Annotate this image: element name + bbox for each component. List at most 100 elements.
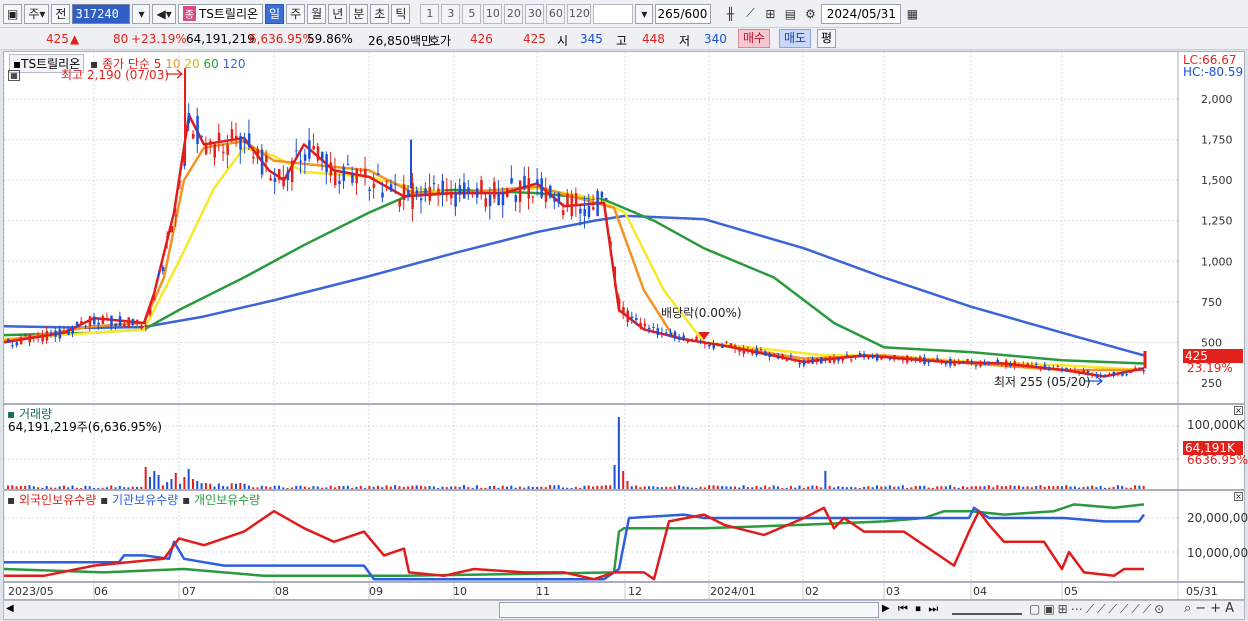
volume-chart-svg[interactable] — [4, 405, 1244, 489]
price-chart-pane[interactable]: 2,000 1,750 1,500 1,250 1,000 750 500 250 ▪TS트릴… — [3, 51, 1245, 404]
calendar-icon[interactable]: ▦ — [903, 4, 921, 24]
volume-bar — [428, 485, 431, 489]
period-day-tab[interactable]: 일 — [265, 3, 285, 24]
minute-step-20[interactable]: 20 — [504, 3, 524, 24]
period-week-tab[interactable]: 주 — [286, 3, 306, 24]
period-month-tab[interactable]: 월 — [307, 3, 327, 24]
candle-body — [910, 359, 913, 361]
holding-chart-pane[interactable]: ▪ 외국인보유수량 ▪ 기관보유수량 ▪ 개인보유수량 20,000,000 1… — [3, 490, 1248, 582]
candle-body — [949, 358, 952, 366]
volume-bar — [19, 486, 22, 489]
flat-button[interactable]: 평 — [817, 29, 837, 48]
volume-bar — [609, 485, 612, 489]
date-label: 2024/01 — [710, 585, 756, 598]
volume-bar — [342, 486, 345, 489]
candle-body — [1138, 367, 1141, 369]
candle-body — [858, 353, 862, 357]
minute-step-30[interactable]: 30 — [525, 3, 545, 24]
draw-line-icon[interactable]: ⟋ — [741, 4, 759, 24]
code-dropdown-icon[interactable]: ▾ — [132, 3, 151, 24]
candle-body — [394, 183, 397, 185]
candle-body — [940, 359, 944, 363]
candle-body — [239, 135, 242, 150]
candle-body — [226, 144, 229, 155]
scroll-left-icon[interactable]: ◀ — [6, 603, 14, 614]
minute-step-10[interactable]: 10 — [483, 3, 503, 24]
candle-type-icon[interactable]: ╫ — [721, 4, 739, 24]
period-second-tab[interactable]: 초 — [370, 3, 390, 24]
price-y-tick: 2,000 — [1201, 93, 1233, 106]
data-count-box[interactable]: 265/600 — [655, 3, 712, 24]
candle-body — [88, 316, 92, 327]
volume-bar — [1013, 485, 1016, 489]
volume-bar — [50, 487, 53, 489]
zoom-slider[interactable] — [952, 603, 1022, 615]
volume-bar — [183, 477, 186, 489]
period-main-select[interactable]: 주 ▾ — [24, 3, 50, 24]
period-year-tab[interactable]: 년 — [328, 3, 348, 24]
holding-close-icon[interactable]: × — [1234, 492, 1243, 501]
candle-body — [325, 154, 328, 173]
price-chart-svg[interactable]: 2,000 1,750 1,500 1,250 1,000 750 500 250 — [4, 52, 1244, 403]
sell-button[interactable]: 매도 — [779, 29, 812, 48]
sound-icon[interactable]: ◀▾ — [152, 3, 176, 24]
volume-bar — [691, 487, 693, 489]
volume-bar — [974, 486, 977, 489]
volume-bar — [41, 487, 44, 489]
candle-body — [432, 183, 436, 185]
volume-bar — [484, 487, 487, 489]
date-label: 04 — [973, 585, 987, 598]
minute-step-1[interactable]: 1 — [420, 3, 440, 24]
volume-bar — [123, 487, 126, 489]
volume-bar — [148, 477, 151, 489]
drawing-tools[interactable]: ▢▣⊞⋯⟋⟋⟋⟋⟋⟋⊙ — [1029, 602, 1167, 617]
minute-step-3[interactable]: 3 — [441, 3, 461, 24]
gear-icon[interactable]: ⚙ — [801, 4, 819, 24]
candle-body — [794, 359, 797, 362]
save-icon[interactable]: ▤ — [781, 4, 799, 24]
candle-body — [1073, 370, 1077, 372]
layout-icon[interactable]: ▣ — [3, 3, 23, 24]
minute-step-60[interactable]: 60 — [546, 3, 566, 24]
table-icon[interactable]: ▦ — [8, 70, 20, 81]
volume-close-icon[interactable]: × — [1234, 406, 1243, 415]
buy-button[interactable]: 매수 — [738, 29, 771, 48]
volume-bar — [97, 487, 100, 489]
volume-bar — [84, 485, 87, 489]
volume-bar — [613, 465, 616, 489]
date-input[interactable]: 2024/05/31 — [821, 3, 902, 24]
candle-body — [290, 160, 294, 183]
custom-step-input[interactable] — [593, 3, 634, 24]
candle-body — [742, 349, 746, 354]
candle-body — [906, 355, 909, 363]
volume-bar — [441, 486, 444, 489]
minute-step-120[interactable]: 120 — [567, 3, 592, 24]
candle-body — [785, 359, 789, 361]
period-tick-tab[interactable]: 틱 — [391, 3, 411, 24]
period-minute-tab[interactable]: 분 — [349, 3, 369, 24]
volume-bar — [432, 486, 435, 489]
prev-button[interactable]: 전 — [51, 3, 71, 24]
zoom-controls[interactable]: ⌕−+A — [1184, 601, 1238, 616]
candle-body — [28, 334, 32, 343]
custom-step-dropdown-icon[interactable]: ▾ — [635, 3, 654, 24]
chart-scrollbar[interactable]: ◀ ▶ ⏮ ⏹ ⏭ ▢▣⊞⋯⟋⟋⟋⟋⟋⟋⊙ ⌕−+A — [3, 600, 1245, 620]
candle-body — [179, 180, 182, 182]
scroll-thumb[interactable] — [499, 602, 879, 618]
dividend-marker: 배당락(0.00%) — [661, 306, 742, 320]
grid-icon[interactable]: ⊞ — [761, 4, 779, 24]
minute-step-5[interactable]: 5 — [462, 3, 482, 24]
volume-bar — [768, 487, 771, 489]
volume-bar — [376, 485, 379, 489]
stock-code-input[interactable]: 317240 — [72, 3, 131, 24]
holding-y-tick-10m: 10,000,000 — [1187, 546, 1248, 560]
volume-chart-pane[interactable]: ▪ 거래량 64,191,219주(6,636.95%) 100,000K 64… — [3, 404, 1248, 490]
candle-body — [901, 358, 905, 361]
stock-name-box[interactable]: 종 TS트릴리온 — [177, 3, 264, 24]
candle-body — [445, 188, 449, 192]
playback-controls[interactable]: ⏮ ⏹ ⏭ — [898, 602, 940, 616]
volume-bar — [265, 486, 268, 489]
price-y-tick: 500 — [1201, 336, 1222, 349]
volume-bar — [1043, 486, 1046, 489]
scroll-right-icon[interactable]: ▶ — [882, 603, 890, 614]
